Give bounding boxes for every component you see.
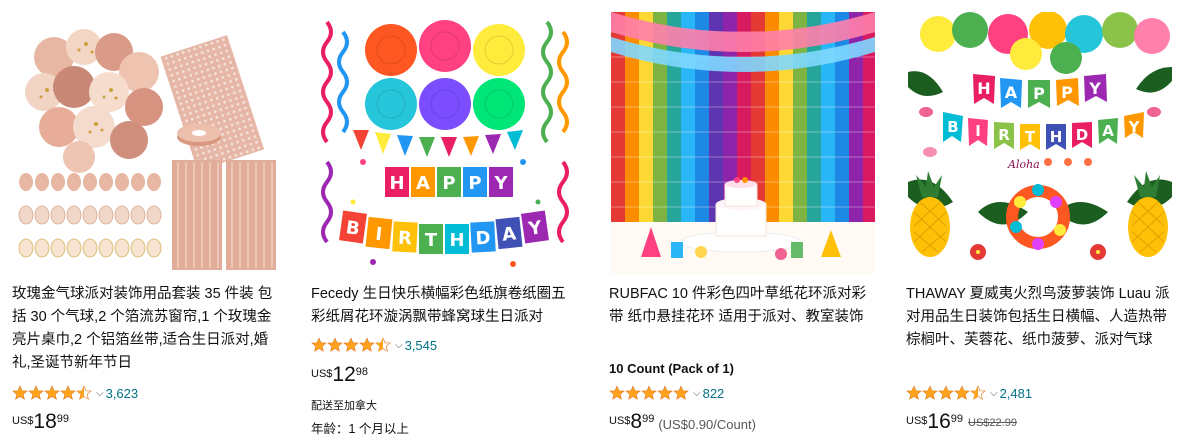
- star-full-icon: [327, 337, 343, 352]
- star-full-icon: [657, 385, 673, 400]
- product-image[interactable]: H A P P Y B I R T H D A Y: [908, 12, 1172, 274]
- product-image[interactable]: [611, 12, 875, 274]
- rose-gold-balloon-set-image: [14, 12, 278, 274]
- price-fraction: 99: [642, 413, 655, 425]
- svg-text:A: A: [416, 173, 430, 194]
- star-full-icon: [359, 337, 375, 352]
- product-title[interactable]: 玫瑰金气球派对装饰用品套装 35 件装 包括 30 个气球,2 个箔流苏窗帘,1…: [12, 283, 280, 375]
- pack-size: 10 Count (Pack of 1): [609, 361, 734, 376]
- svg-text:H: H: [449, 230, 464, 251]
- product-card: H A P P Y B I R T H D A Y: [906, 0, 1174, 439]
- svg-text:H: H: [389, 173, 404, 194]
- product-card: 玫瑰金气球派对装饰用品套装 35 件装 包括 30 个气球,2 个箔流苏窗帘,1…: [12, 0, 280, 439]
- aloha-text: Aloha: [1007, 158, 1040, 171]
- product-card: RUBFAC 10 件彩色四叶草纸花环派对彩带 纸巾悬挂花环 适用于派对、教室装…: [609, 0, 877, 439]
- price[interactable]: US$ 8 99 (US$0.90/Count): [609, 411, 756, 433]
- price-fraction: 99: [950, 413, 964, 425]
- price[interactable]: US$ 18 99: [12, 411, 69, 433]
- price-whole: 12: [332, 363, 356, 386]
- star-rating: [609, 385, 689, 401]
- svg-text:P: P: [442, 173, 455, 194]
- star-rating: [12, 385, 92, 401]
- svg-text:A: A: [1005, 83, 1018, 102]
- product-image[interactable]: [14, 12, 278, 274]
- svg-text:A: A: [1102, 122, 1114, 140]
- chevron-down-icon[interactable]: ⌵: [990, 388, 998, 399]
- svg-text:P: P: [468, 173, 481, 194]
- list-price: US$22.99: [968, 417, 1017, 429]
- star-full-icon: [954, 385, 970, 400]
- review-count-link[interactable]: 822: [703, 386, 725, 401]
- star-half-icon: [375, 337, 391, 352]
- star-full-icon: [343, 337, 359, 352]
- star-full-icon: [311, 337, 327, 352]
- price-whole: 16: [927, 410, 951, 433]
- svg-text:B: B: [345, 217, 362, 240]
- unit-price: (US$0.90/Count): [658, 417, 756, 432]
- star-full-icon: [938, 385, 954, 400]
- star-half-icon: [76, 385, 92, 400]
- product-title[interactable]: THAWAY 夏威夷火烈鸟菠萝装饰 Luau 派对用品生日装饰包括生日横幅、人造…: [906, 283, 1174, 352]
- product-card: H A P P Y B I R T H D A Y: [311, 0, 579, 439]
- price-whole: 18: [33, 410, 57, 433]
- price-currency: US$: [906, 415, 928, 427]
- rating-row[interactable]: ⌵ 822: [609, 384, 724, 402]
- review-count-link[interactable]: 2,481: [1000, 386, 1033, 401]
- svg-text:H: H: [977, 79, 990, 98]
- happy-birthday-banner-image: H A P P Y B I R T H D A Y: [313, 12, 577, 274]
- price-currency: US$: [12, 415, 34, 427]
- review-count-link[interactable]: 3,545: [405, 338, 438, 353]
- star-rating: [906, 385, 986, 401]
- svg-text:I: I: [975, 122, 981, 140]
- svg-text:P: P: [1061, 83, 1073, 102]
- price-fraction: 99: [56, 413, 70, 425]
- svg-text:T: T: [1025, 128, 1036, 146]
- chevron-down-icon[interactable]: ⌵: [96, 388, 104, 399]
- star-full-icon: [44, 385, 60, 400]
- star-full-icon: [28, 385, 44, 400]
- svg-text:R: R: [998, 126, 1010, 144]
- svg-text:T: T: [425, 230, 438, 251]
- price-currency: US$: [609, 415, 631, 427]
- star-full-icon: [625, 385, 641, 400]
- star-full-icon: [641, 385, 657, 400]
- svg-text:A: A: [501, 223, 517, 245]
- rainbow-garland-image: [611, 12, 875, 274]
- star-full-icon: [673, 385, 689, 400]
- star-full-icon: [609, 385, 625, 400]
- chevron-down-icon[interactable]: ⌵: [693, 388, 701, 399]
- star-full-icon: [922, 385, 938, 400]
- age-range: 年龄：1 个月以上: [311, 422, 409, 436]
- price-currency: US$: [311, 368, 333, 380]
- svg-text:D: D: [1076, 126, 1088, 144]
- tropical-luau-party-image: H A P P Y B I R T H D A Y Aloha: [908, 12, 1172, 274]
- shipping-note: 配送至加拿大: [311, 400, 377, 412]
- product-title[interactable]: RUBFAC 10 件彩色四叶草纸花环派对彩带 纸巾悬挂花环 适用于派对、教室装…: [609, 283, 877, 329]
- price[interactable]: US$ 12 98: [311, 364, 368, 386]
- svg-text:R: R: [397, 228, 412, 250]
- svg-text:Y: Y: [493, 173, 508, 194]
- price-whole: 8: [630, 410, 643, 433]
- star-full-icon: [60, 385, 76, 400]
- svg-text:Y: Y: [1128, 118, 1141, 136]
- svg-text:B: B: [947, 118, 958, 136]
- chevron-down-icon[interactable]: ⌵: [395, 340, 403, 351]
- review-count-link[interactable]: 3,623: [106, 386, 139, 401]
- star-full-icon: [906, 385, 922, 400]
- svg-text:P: P: [1033, 84, 1045, 103]
- rating-row[interactable]: ⌵ 2,481: [906, 384, 1032, 402]
- product-title[interactable]: Fecedy 生日快乐横幅彩色纸旗卷纸圈五彩纸屑花环漩涡飘带蜂窝球生日派对: [311, 283, 579, 329]
- svg-text:Y: Y: [1088, 79, 1101, 98]
- price-fraction: 98: [355, 366, 369, 378]
- rating-row[interactable]: ⌵ 3,545: [311, 336, 437, 354]
- svg-text:D: D: [475, 228, 491, 250]
- rating-row[interactable]: ⌵ 3,623: [12, 384, 138, 402]
- star-half-icon: [970, 385, 986, 400]
- price[interactable]: US$ 16 99 US$22.99: [906, 411, 1017, 433]
- product-grid: 玫瑰金气球派对装饰用品套装 35 件装 包括 30 个气球,2 个箔流苏窗帘,1…: [0, 0, 1197, 439]
- star-full-icon: [12, 385, 28, 400]
- star-rating: [311, 337, 391, 353]
- svg-text:H: H: [1050, 128, 1063, 146]
- product-image[interactable]: H A P P Y B I R T H D A Y: [313, 12, 577, 274]
